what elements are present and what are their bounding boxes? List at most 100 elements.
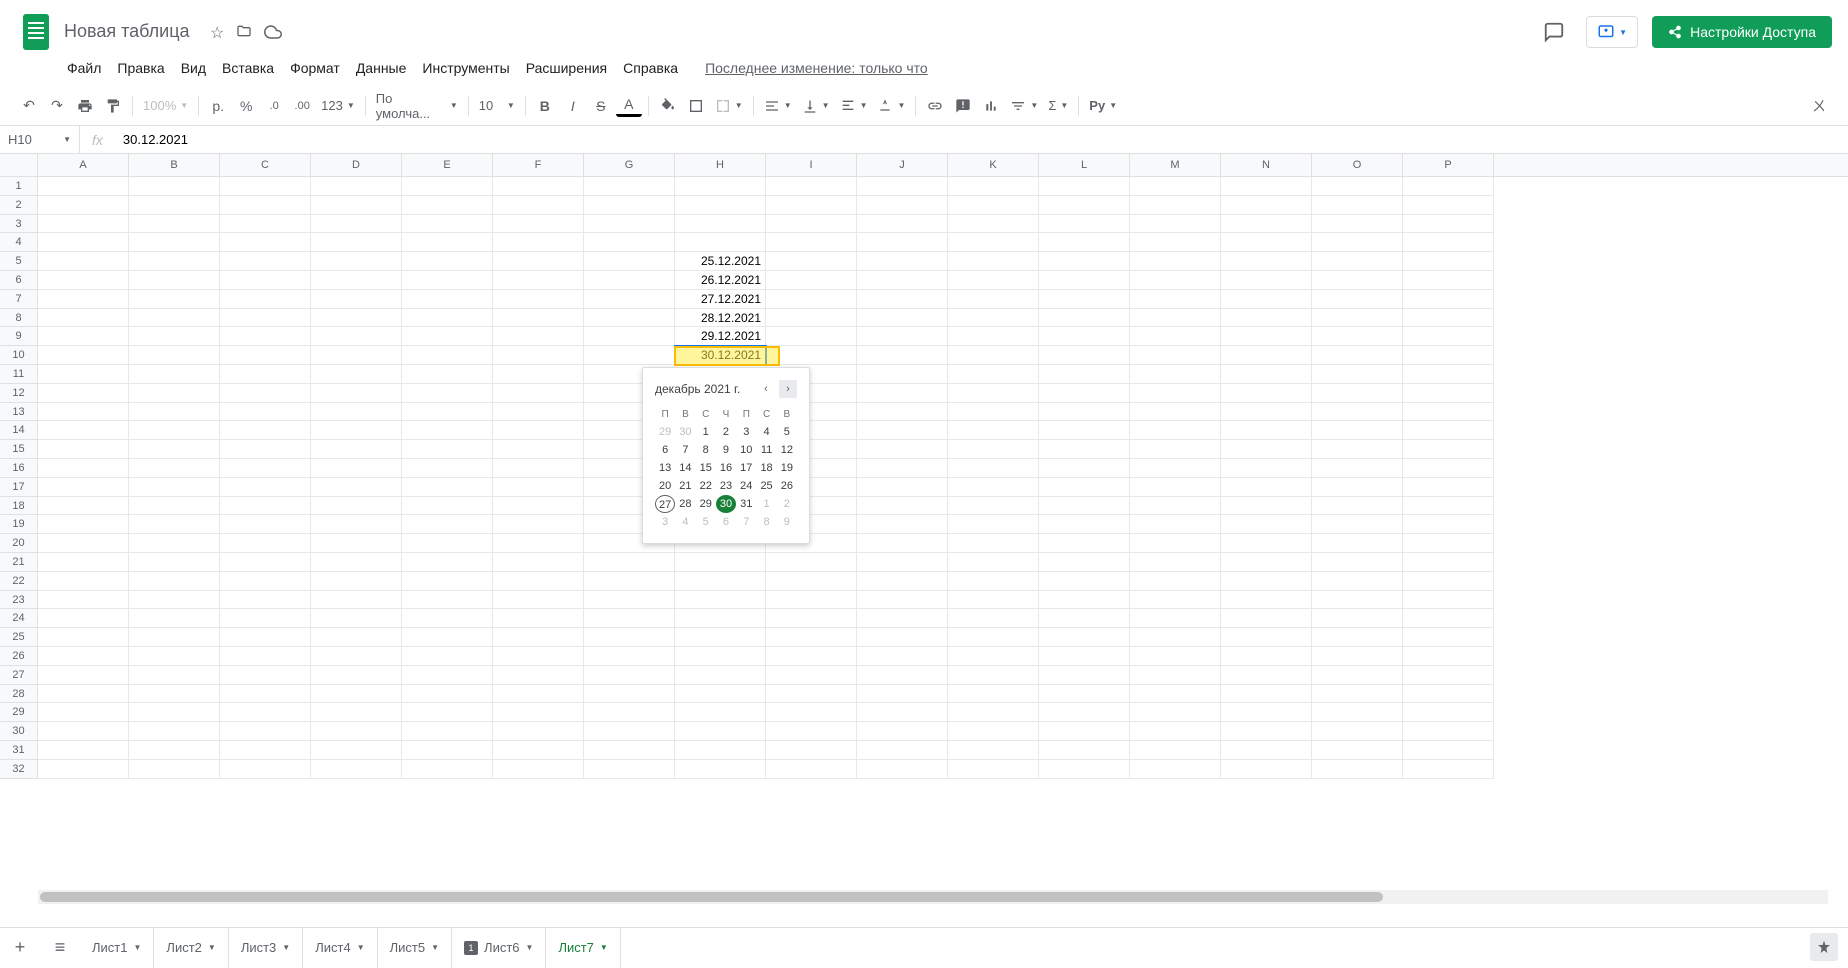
cell[interactable] — [1312, 666, 1403, 685]
cell[interactable] — [857, 741, 948, 760]
cell[interactable] — [766, 252, 857, 271]
cell[interactable] — [38, 760, 129, 779]
datepicker-day[interactable]: 7 — [675, 441, 695, 459]
cell[interactable] — [311, 534, 402, 553]
cell[interactable] — [1403, 365, 1494, 384]
row-header[interactable]: 2 — [0, 196, 38, 215]
cell[interactable] — [493, 365, 584, 384]
row-header[interactable]: 11 — [0, 365, 38, 384]
cell[interactable] — [38, 666, 129, 685]
cell[interactable] — [766, 628, 857, 647]
datepicker-day[interactable]: 15 — [696, 459, 716, 477]
cell[interactable] — [948, 327, 1039, 346]
cell[interactable] — [1039, 534, 1130, 553]
datepicker-day[interactable]: 24 — [736, 477, 756, 495]
row-header[interactable]: 26 — [0, 647, 38, 666]
column-header[interactable]: D — [311, 154, 402, 176]
cell[interactable] — [220, 440, 311, 459]
cell[interactable] — [948, 572, 1039, 591]
datepicker-day[interactable]: 25 — [756, 477, 776, 495]
cell[interactable] — [1403, 421, 1494, 440]
cell[interactable] — [1221, 647, 1312, 666]
cell[interactable] — [1221, 403, 1312, 422]
datepicker-day[interactable]: 3 — [655, 513, 675, 531]
column-header[interactable]: A — [38, 154, 129, 176]
column-header[interactable]: K — [948, 154, 1039, 176]
cell[interactable] — [1221, 591, 1312, 610]
cell[interactable] — [311, 440, 402, 459]
cell[interactable] — [38, 384, 129, 403]
cell[interactable] — [1312, 196, 1403, 215]
cell[interactable] — [948, 741, 1039, 760]
sheet-tab[interactable]: Лист7▼ — [546, 928, 620, 968]
cell[interactable] — [584, 666, 675, 685]
column-header[interactable]: M — [1130, 154, 1221, 176]
datepicker-day[interactable]: 19 — [777, 459, 797, 477]
cell[interactable] — [948, 403, 1039, 422]
cell[interactable] — [129, 609, 220, 628]
cell[interactable] — [1039, 440, 1130, 459]
cell[interactable] — [38, 628, 129, 647]
cell[interactable] — [766, 609, 857, 628]
cell[interactable] — [1039, 609, 1130, 628]
row-header[interactable]: 12 — [0, 384, 38, 403]
column-header[interactable]: G — [584, 154, 675, 176]
sheet-tab[interactable]: Лист3▼ — [229, 928, 303, 968]
cell[interactable] — [584, 572, 675, 591]
cell[interactable] — [1039, 572, 1130, 591]
cell[interactable] — [584, 553, 675, 572]
cell[interactable] — [129, 703, 220, 722]
cell[interactable] — [1312, 440, 1403, 459]
cell[interactable] — [1130, 685, 1221, 704]
cell[interactable] — [1221, 515, 1312, 534]
cell[interactable] — [1130, 703, 1221, 722]
cell[interactable] — [129, 196, 220, 215]
cell[interactable]: 30.12.2021 — [675, 346, 766, 365]
cell[interactable] — [38, 421, 129, 440]
cell[interactable] — [493, 647, 584, 666]
cell[interactable] — [493, 421, 584, 440]
name-box[interactable]: H10 ▼ — [0, 126, 80, 153]
cell[interactable] — [1221, 309, 1312, 328]
chevron-down-icon[interactable]: ▼ — [431, 943, 439, 952]
cell[interactable] — [1403, 534, 1494, 553]
cell[interactable] — [493, 346, 584, 365]
row-header[interactable]: 23 — [0, 591, 38, 610]
cell[interactable] — [1130, 497, 1221, 516]
cell[interactable] — [766, 685, 857, 704]
cell[interactable] — [311, 591, 402, 610]
number-format-select[interactable]: 123▼ — [317, 95, 359, 116]
cell[interactable] — [1312, 421, 1403, 440]
row-header[interactable]: 31 — [0, 741, 38, 760]
cell[interactable] — [766, 722, 857, 741]
cell[interactable] — [1130, 309, 1221, 328]
cell[interactable] — [220, 215, 311, 234]
row-header[interactable]: 30 — [0, 722, 38, 741]
sheet-tab[interactable]: Лист2▼ — [154, 928, 228, 968]
cell[interactable] — [311, 459, 402, 478]
cell[interactable] — [311, 515, 402, 534]
cell[interactable] — [948, 685, 1039, 704]
cell[interactable] — [38, 271, 129, 290]
cell[interactable] — [675, 703, 766, 722]
cell[interactable] — [493, 572, 584, 591]
comment-icon[interactable] — [950, 93, 976, 119]
datepicker-day[interactable]: 31 — [736, 495, 756, 513]
cell[interactable] — [1130, 515, 1221, 534]
cell[interactable] — [1130, 177, 1221, 196]
cell[interactable] — [948, 271, 1039, 290]
cell[interactable] — [1312, 741, 1403, 760]
cell[interactable] — [1403, 722, 1494, 741]
cell[interactable] — [948, 703, 1039, 722]
datepicker-day[interactable]: 4 — [756, 423, 776, 441]
cell[interactable] — [857, 497, 948, 516]
cell[interactable] — [311, 497, 402, 516]
cell[interactable] — [675, 685, 766, 704]
cell[interactable] — [129, 628, 220, 647]
cell[interactable] — [1312, 572, 1403, 591]
row-header[interactable]: 7 — [0, 290, 38, 309]
cell[interactable] — [493, 196, 584, 215]
cell[interactable] — [1039, 290, 1130, 309]
cell[interactable] — [220, 553, 311, 572]
cell[interactable] — [675, 553, 766, 572]
